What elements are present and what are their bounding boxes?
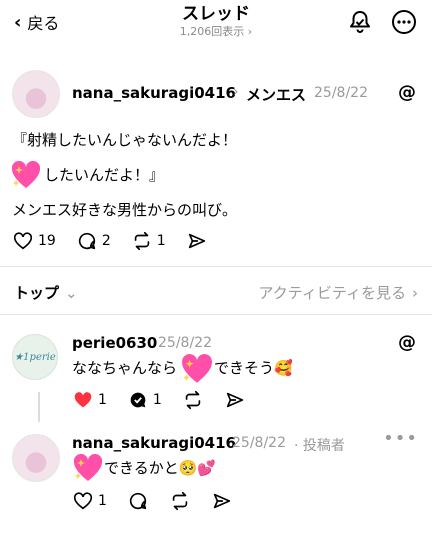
author-avatar[interactable] xyxy=(12,434,60,482)
thread-connector-line xyxy=(38,392,40,422)
topic-separator: › xyxy=(233,84,239,100)
reply-text-start: ななちゃんなら xyxy=(72,359,178,377)
sort-label: トップ xyxy=(14,284,60,302)
chevron-down-icon: ⌄ xyxy=(65,283,78,302)
send-icon xyxy=(213,493,231,509)
reply-date: 25/8/22 xyxy=(158,335,212,351)
like-button[interactable]: 1 xyxy=(72,490,107,512)
post-username[interactable]: nana_sakuragi0416 xyxy=(72,84,236,102)
like-button[interactable]: 1 xyxy=(72,389,107,411)
repost-icon xyxy=(134,231,149,251)
comment-button[interactable] xyxy=(127,490,149,512)
reply-username[interactable]: perie0630 xyxy=(72,334,157,352)
comment-icon xyxy=(129,492,147,510)
more-options-icon[interactable] xyxy=(390,8,418,36)
activity-label: アクティビティを見る xyxy=(258,284,406,302)
reply-username[interactable]: nana_sakuragi0416 xyxy=(72,434,236,452)
comment-icon xyxy=(78,232,95,250)
send-icon xyxy=(226,392,244,408)
heart-outline-icon xyxy=(13,232,33,250)
like-button[interactable]: 19 xyxy=(12,230,56,252)
section-divider xyxy=(0,266,432,267)
post-text-line-3: メンエス好きな男性からの叫び。 xyxy=(12,201,238,219)
comment-replied-icon xyxy=(130,392,146,408)
comment-button[interactable]: 2 xyxy=(76,230,111,252)
comment-count: 2 xyxy=(101,233,111,249)
repost-button[interactable]: 1 xyxy=(131,230,166,252)
author-avatar[interactable] xyxy=(12,70,60,118)
sort-dropdown[interactable]: トップ ⌄ xyxy=(14,282,78,303)
post-date: 25/8/22 xyxy=(314,85,368,101)
threads-logo-icon[interactable]: @ xyxy=(398,332,416,353)
author-tag: · 投稿者 xyxy=(294,438,345,454)
threads-logo-icon[interactable]: @ xyxy=(398,82,416,103)
reply-action-bar: 1 1 xyxy=(72,389,266,411)
more-options-icon[interactable]: ••• xyxy=(383,428,418,449)
like-count: 19 xyxy=(38,233,56,249)
reply-avatar[interactable]: ★1perie xyxy=(12,334,58,380)
sparkling-heart-icon xyxy=(11,160,41,188)
repost-icon xyxy=(185,390,201,410)
like-count: 1 xyxy=(98,493,107,509)
reply-action-bar: 1 xyxy=(72,490,253,512)
avatar-logo-text: ★1perie xyxy=(14,351,56,363)
like-count: 1 xyxy=(98,392,107,408)
heart-filled-icon xyxy=(74,392,92,408)
comment-count: 1 xyxy=(152,392,162,408)
send-icon xyxy=(188,233,205,249)
notification-bell-icon[interactable] xyxy=(346,8,374,36)
heart-outline-icon xyxy=(73,492,93,510)
top-bar: ‹ 戻る スレッド 1,206回表示 › xyxy=(0,0,432,48)
reply-date: 25/8/22 xyxy=(232,435,286,451)
topic-tag[interactable]: メンエス xyxy=(246,84,306,105)
chevron-right-icon: › xyxy=(412,283,418,302)
repost-button[interactable] xyxy=(169,490,191,512)
reply-text-end: できそう🥰 xyxy=(214,359,293,377)
sparkling-heart-icon xyxy=(73,453,103,481)
repost-count: 1 xyxy=(156,233,166,249)
post-text-line-1: 『射精したいんじゃないんだよ！ xyxy=(12,131,238,149)
section-divider xyxy=(0,314,432,315)
sparkling-heart-icon xyxy=(182,354,212,383)
reply-sort-bar: トップ ⌄ アクティビティを見る › xyxy=(0,270,432,312)
post-text-line-2: したいんだよ！』 xyxy=(44,166,165,184)
share-button[interactable] xyxy=(224,389,246,411)
comment-button[interactable]: 1 xyxy=(127,389,162,411)
reply-text: できるかと🥺💕 xyxy=(104,459,217,477)
view-activity-link[interactable]: アクティビティを見る › xyxy=(259,282,418,303)
repost-icon xyxy=(172,491,188,511)
post-action-bar: 19 2 1 xyxy=(12,230,228,252)
share-button[interactable] xyxy=(211,490,233,512)
share-button[interactable] xyxy=(186,230,208,252)
repost-button[interactable] xyxy=(182,389,204,411)
